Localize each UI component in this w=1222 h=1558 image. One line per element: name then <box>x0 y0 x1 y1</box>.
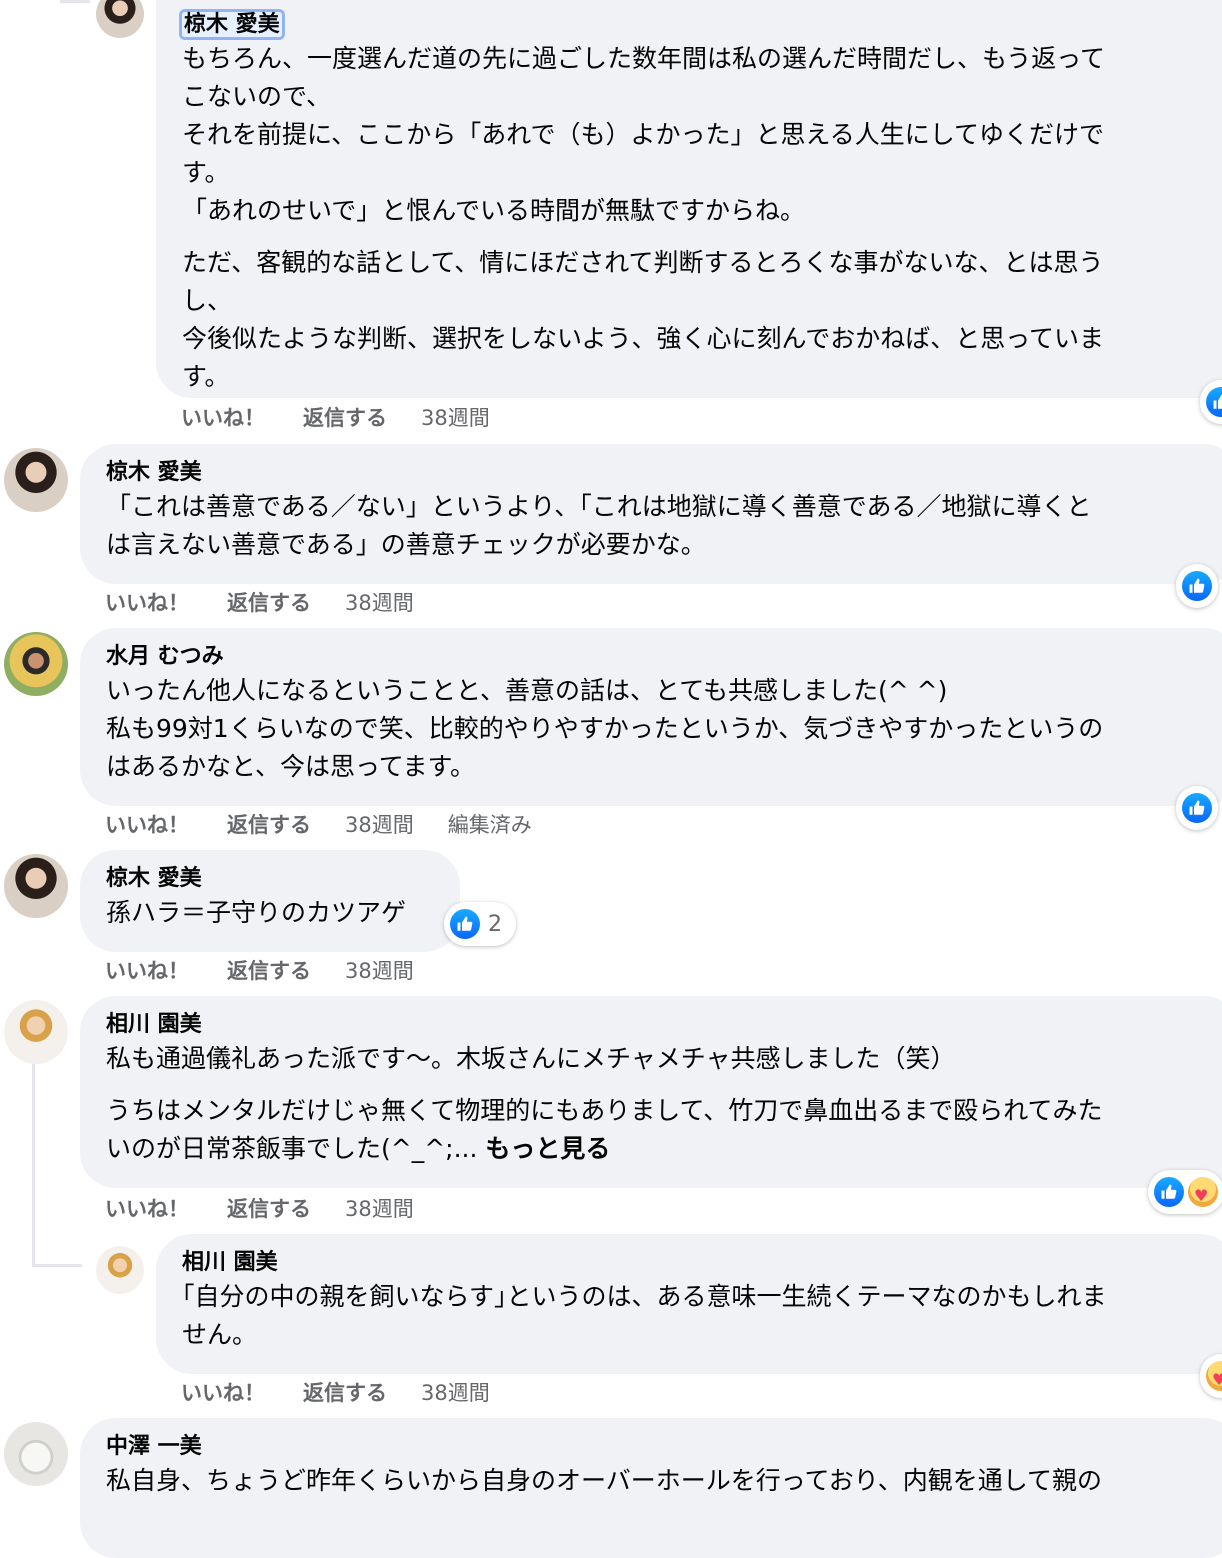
comment-text: ただ、客観的な話として、情にほだされて判断するとろくな事がないな、とは思う し、… <box>182 248 1105 391</box>
avatar[interactable] <box>4 448 68 512</box>
like-button[interactable]: いいね！ <box>181 402 265 432</box>
timestamp-link[interactable]: 38週間 <box>421 402 490 432</box>
thread-line <box>32 1264 82 1267</box>
comment-actions: いいね！ 返信する 38週間 <box>105 955 414 985</box>
avatar[interactable] <box>4 632 68 696</box>
reaction-summary[interactable] <box>1176 564 1218 608</box>
like-button[interactable]: いいね！ <box>105 587 189 617</box>
reaction-summary[interactable] <box>1148 1170 1222 1214</box>
comment-bubble: 椋木 愛美 「これは善意である／ない」というより、「これは地獄に導く善意である／… <box>80 444 1222 584</box>
reaction-summary[interactable]: 2 <box>444 902 516 946</box>
see-more-link[interactable]: もっと見る <box>485 1134 610 1163</box>
timestamp-link[interactable]: 38週間 <box>421 1377 490 1407</box>
comment-author[interactable]: 相川 園美 <box>182 1248 1210 1278</box>
timestamp-link[interactable]: 38週間 <box>345 809 414 839</box>
like-reaction-icon <box>1182 571 1212 601</box>
avatar[interactable] <box>4 1422 68 1486</box>
reply-button[interactable]: 返信する <box>303 402 387 432</box>
comment-text: 「これは善意である／ない」というより、「これは地獄に導く善意である／地獄に導くと… <box>106 492 1092 559</box>
avatar[interactable] <box>96 0 144 38</box>
reply-button[interactable]: 返信する <box>227 1193 311 1223</box>
like-reaction-icon <box>1154 1177 1184 1207</box>
timestamp-link[interactable]: 38週間 <box>345 1193 414 1223</box>
comment-text: いったん他人になるということと、善意の話は、とても共感しました(^ ^) 私も9… <box>106 676 1104 781</box>
comment-author[interactable]: 椋木 愛美 <box>182 12 282 37</box>
like-button[interactable]: いいね！ <box>105 809 189 839</box>
avatar[interactable] <box>4 1000 68 1064</box>
timestamp-link[interactable]: 38週間 <box>345 587 414 617</box>
reaction-summary[interactable] <box>1176 786 1218 830</box>
comment-bubble: 中澤 一美 私自身、ちょうど昨年くらいから自身のオーバーホールを行っており、内観… <box>80 1418 1222 1558</box>
comment-actions: いいね！ 返信する 38週間 <box>105 587 414 617</box>
comment-author[interactable]: 相川 園美 <box>106 1010 1214 1040</box>
like-button[interactable]: いいね！ <box>181 1377 265 1407</box>
avatar[interactable] <box>96 1246 144 1294</box>
like-button[interactable]: いいね！ <box>105 1193 189 1223</box>
comment-text: 私も通過儀礼あった派です〜。木坂さんにメチャメチャ共感しました（笑） <box>106 1044 956 1073</box>
comment-actions: いいね！ 返信する 38週間 <box>181 402 490 432</box>
comment-bubble: 相川 園美 ｢自分の中の親を飼いならす｣というのは、ある意味一生続くテーマなのか… <box>156 1234 1222 1374</box>
thread-line <box>60 0 90 3</box>
avatar[interactable] <box>4 854 68 918</box>
comment-author[interactable]: 椋木 愛美 <box>106 864 434 894</box>
care-reaction-icon <box>1188 1177 1218 1207</box>
comment-author[interactable]: 椋木 愛美 <box>106 458 1214 488</box>
like-button[interactable]: いいね！ <box>105 955 189 985</box>
reply-button[interactable]: 返信する <box>227 587 311 617</box>
reply-button[interactable]: 返信する <box>227 955 311 985</box>
reply-button[interactable]: 返信する <box>303 1377 387 1407</box>
comment-bubble: 水月 むつみ いったん他人になるということと、善意の話は、とても共感しました(^… <box>80 628 1222 806</box>
timestamp-link[interactable]: 38週間 <box>345 955 414 985</box>
like-reaction-icon <box>1206 387 1222 417</box>
comment-text: 孫ハラ＝子守りのカツアゲ <box>106 898 407 927</box>
comment-text: 私自身、ちょうど昨年くらいから自身のオーバーホールを行っており、内観を通して親の <box>106 1466 1103 1495</box>
reply-button[interactable]: 返信する <box>227 809 311 839</box>
comment-actions: いいね！ 返信する 38週間 <box>181 1377 490 1407</box>
like-reaction-icon <box>450 909 480 939</box>
comment-author[interactable]: 水月 むつみ <box>106 642 1214 672</box>
edited-label[interactable]: 編集済み <box>448 809 532 839</box>
comment-text: うちはメンタルだけじゃ無くて物理的にもありまして、竹刀で鼻血出るまで殴られてみた… <box>106 1092 1214 1168</box>
comment-text: もちろん、一度選んだ道の先に過ごした数年間は私の選んだ時間だし、もう返って こな… <box>182 44 1106 225</box>
comment-text: ｢自分の中の親を飼いならす｣というのは、ある意味一生続くテーマなのかもしれま せ… <box>182 1282 1107 1349</box>
reaction-count: 2 <box>488 911 502 937</box>
care-reaction-icon <box>1206 1361 1222 1391</box>
comment-actions: いいね！ 返信する 38週間 <box>105 1193 414 1223</box>
comment-actions: いいね！ 返信する 38週間 編集済み <box>105 809 532 839</box>
comment-bubble: 椋木 愛美 孫ハラ＝子守りのカツアゲ <box>80 850 460 952</box>
thread-line <box>32 1064 35 1266</box>
comment-bubble: 椋木 愛美 もちろん、一度選んだ道の先に過ごした数年間は私の選んだ時間だし、もう… <box>156 0 1222 398</box>
comment-bubble: 相川 園美 私も通過儀礼あった派です〜。木坂さんにメチャメチャ共感しました（笑）… <box>80 996 1222 1188</box>
comment-author[interactable]: 中澤 一美 <box>106 1432 1214 1462</box>
like-reaction-icon <box>1182 793 1212 823</box>
